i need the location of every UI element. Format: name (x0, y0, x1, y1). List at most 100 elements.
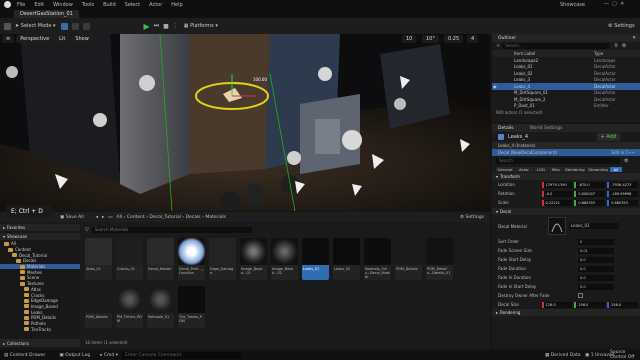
menu-edit[interactable]: Edit (34, 2, 44, 8)
filter-rendering[interactable]: Rendering (564, 166, 586, 172)
decal-size-x[interactable]: 128.0 (541, 301, 573, 308)
material-thumbnail[interactable] (548, 217, 566, 235)
section-transform[interactable]: ▾ Transform (492, 173, 640, 180)
level-tab[interactable]: DesertGasStation_01 (14, 9, 79, 18)
menu-select[interactable]: Select (125, 2, 140, 8)
decal-size-y[interactable]: 256.0 (574, 301, 606, 308)
filter-icon[interactable]: ⚲ (614, 43, 618, 49)
location-label[interactable]: Location (498, 182, 542, 187)
blueprint-icon[interactable] (71, 22, 79, 30)
outliner-row[interactable]: P_Dust_01 Emitter (492, 103, 640, 110)
favorites-header[interactable]: ▸ Favorites (0, 224, 80, 231)
filter-lod[interactable]: LOD (534, 166, 548, 172)
section-rendering[interactable]: ▸ Rendering (492, 309, 640, 316)
scale-label[interactable]: Scale (498, 200, 542, 205)
location-y[interactable]: -870.0 (574, 181, 606, 188)
rotation-z[interactable]: -189.99998 (607, 190, 638, 197)
play-options-icon[interactable]: ⋮ (173, 23, 178, 29)
asset-tile[interactable]: Normals_Only...Decal_Master (364, 238, 391, 280)
prop-value[interactable]: 0 (578, 238, 614, 245)
gear-icon[interactable]: ⚙ (624, 158, 628, 164)
scale-z[interactable]: 0.880353 (607, 199, 638, 206)
filter-actor[interactable]: Actor (515, 166, 533, 172)
scale-x[interactable]: 0.22221 (541, 199, 573, 206)
tab-world-settings[interactable]: World Settings (530, 126, 563, 131)
window-controls[interactable]: — ▢ ✕ (604, 1, 624, 7)
menu-actor[interactable]: Actor (149, 2, 162, 8)
asset-tile[interactable]: Cracks_01 (116, 238, 143, 280)
prop-value[interactable]: 0.01 (578, 247, 614, 254)
filter-misc[interactable]: Misc (549, 166, 563, 172)
grid-snap-value[interactable]: 10 (402, 34, 417, 43)
output-log-button[interactable]: ▣ Output Log (59, 353, 90, 358)
menu-window[interactable]: Window (53, 2, 73, 8)
source-control-button[interactable]: Source Control Off (610, 350, 640, 360)
perspective-button[interactable]: Perspective (16, 34, 54, 43)
asset-search-input[interactable]: Search Materials (91, 227, 252, 233)
level-viewport[interactable]: 100.00 (0, 34, 490, 211)
breadcrumb-item[interactable]: Content (127, 215, 145, 220)
asset-tile[interactable]: Pothoale_01 (147, 286, 174, 328)
derived-data-button[interactable]: ▦ Derived Data (545, 353, 581, 358)
asset-tile[interactable]: PDM_Details (395, 238, 422, 280)
select-mode-button[interactable]: ➤ Select Mode ▾ (15, 23, 56, 29)
rotation-x[interactable]: -0.0 (541, 190, 573, 197)
filter-icon[interactable]: ▽ (85, 227, 89, 233)
asset-tile[interactable]: PDM_Details...Details_01 (426, 238, 453, 280)
step-icon[interactable]: ⏭ (154, 22, 159, 30)
rotation-snap-value[interactable]: 10° (422, 34, 439, 43)
rotation-y[interactable]: 0.000007 (574, 190, 606, 197)
menu-file[interactable]: File (17, 2, 25, 8)
column-type[interactable]: Type (594, 51, 603, 56)
filter-streaming[interactable]: Streaming (587, 166, 609, 172)
close-icon[interactable]: ✕ (632, 36, 636, 41)
content-icon[interactable] (60, 22, 68, 30)
lit-button[interactable]: Lit (55, 34, 70, 43)
tab-details[interactable]: Details (498, 126, 514, 131)
filter-all[interactable]: All (610, 166, 622, 172)
outliner-search-input[interactable]: Search... (502, 43, 611, 49)
asset-tile[interactable]: Leaks_02 (333, 238, 360, 280)
content-settings-button[interactable]: ⚙ Settings (460, 215, 484, 220)
folder-icon[interactable]: ▭ (108, 215, 112, 220)
asset-tile-selected[interactable]: Leaks_01 (302, 238, 329, 280)
asset-tile[interactable]: Tire_Tracks_PDM (178, 286, 205, 328)
destroy-owner-checkbox[interactable] (578, 293, 583, 298)
asset-tile[interactable]: Atlas_01 (85, 238, 112, 280)
save-icon[interactable] (4, 22, 11, 30)
asset-tile[interactable]: Image_Based...01 (240, 238, 267, 280)
platforms-button[interactable]: ▦ Platforms ▾ (184, 23, 218, 29)
asset-tile[interactable]: PM_Thinks_PDM (116, 286, 143, 328)
unreal-logo-icon[interactable] (4, 1, 11, 8)
rotation-label[interactable]: Rotation (498, 191, 542, 196)
actor-name[interactable]: Leaks_4 (508, 134, 528, 140)
breadcrumb-item[interactable]: Decals (186, 215, 201, 220)
prop-value[interactable]: 0.0 (578, 265, 614, 272)
location-x[interactable]: 17979.1390 (541, 181, 573, 188)
menu-help[interactable]: Help (171, 2, 182, 8)
asset-tile[interactable]: Decal_Master (147, 238, 174, 280)
content-drawer-button[interactable]: ▤ Content Drawer (4, 353, 45, 358)
scale-snap-value[interactable]: 0.25 (444, 34, 464, 43)
collections-header[interactable]: ▸ Collections (0, 339, 80, 347)
forward-icon[interactable]: ▸ (102, 215, 104, 220)
save-all-button[interactable]: ▣ Save All (60, 215, 84, 220)
breadcrumb-item[interactable]: All (117, 215, 123, 220)
material-select[interactable]: Leaks_01 (569, 223, 619, 229)
tree-item[interactable]: TireTracks (0, 326, 80, 332)
add-component-button[interactable]: + Add (596, 133, 620, 141)
back-icon[interactable]: ◂ (96, 215, 98, 220)
add-icon[interactable]: + (496, 43, 500, 49)
breadcrumb-item[interactable]: Materials (205, 215, 226, 220)
settings-button[interactable]: ⚙ Settings (608, 23, 635, 29)
console-input[interactable]: Enter Console Command (121, 351, 242, 359)
section-decal[interactable]: ▾ Decal (492, 208, 640, 215)
stop-icon[interactable]: ■ (163, 23, 169, 30)
decal-size-z[interactable]: 256.0 (607, 301, 638, 308)
instance-row[interactable]: Leaks_4 (Instance) (492, 142, 640, 149)
visibility-eye-icon[interactable]: ◉ (493, 84, 497, 89)
component-row[interactable]: Decal (NewDecalComponent) Edit in C++ (492, 149, 640, 156)
prop-value[interactable]: 0.0 (578, 283, 614, 290)
gear-icon[interactable]: ⚙ (622, 43, 626, 49)
asset-tile[interactable]: Image_Based...02 (271, 238, 298, 280)
